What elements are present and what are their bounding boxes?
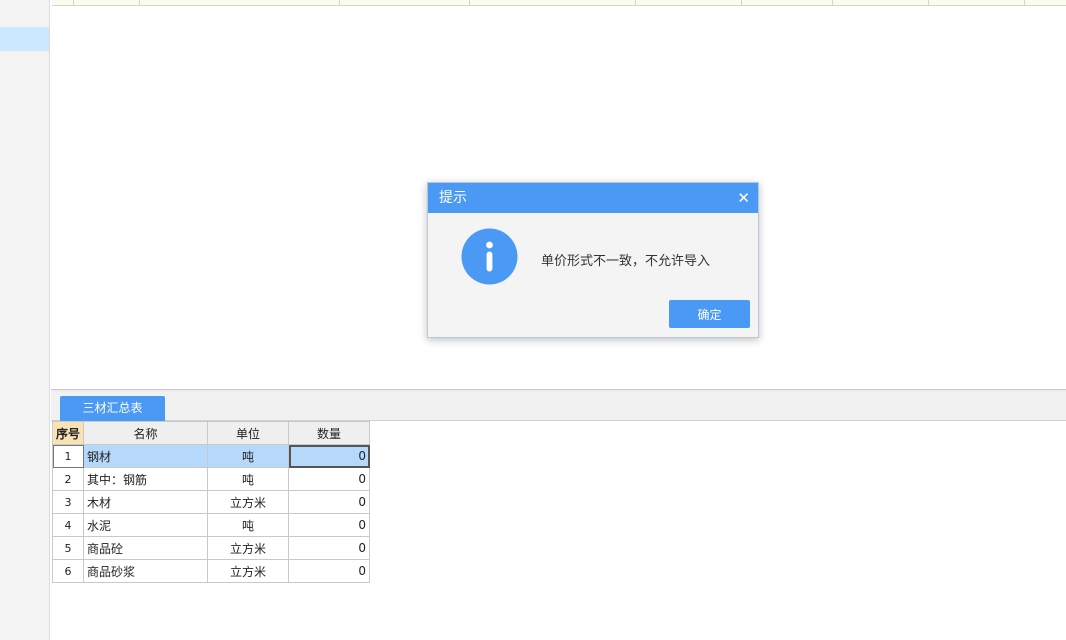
row-name[interactable]: 商品砼 (83, 536, 209, 560)
dialog-title: 提示 (439, 190, 467, 206)
row-quantity[interactable]: 0 (288, 490, 371, 514)
bottom-panel: 三材汇总表 序号 名称 单位 数量 1 钢材 吨 0 2 其中：钢筋 吨 0 3… (51, 392, 1066, 640)
row-quantity[interactable]: 0 (288, 467, 371, 491)
table-row[interactable]: 3 木材 立方米 0 (51, 490, 371, 514)
left-sidebar (0, 0, 50, 640)
row-index: 6 (51, 559, 85, 583)
row-index: 1 (51, 444, 85, 468)
row-name[interactable]: 水泥 (83, 513, 209, 537)
row-unit[interactable]: 吨 (207, 467, 290, 491)
ok-button[interactable]: 确定 (669, 300, 750, 328)
info-icon (461, 228, 518, 285)
table-row[interactable]: 1 钢材 吨 0 (51, 444, 371, 468)
dialog-message: 单价形式不一致，不允许导入 (541, 254, 711, 269)
row-index: 2 (51, 467, 85, 491)
close-icon[interactable]: ✕ (737, 183, 750, 213)
row-index: 5 (51, 536, 85, 560)
sidebar-selected-item[interactable] (0, 27, 49, 51)
tab-strip: 三材汇总表 (51, 392, 1066, 421)
column-header-index[interactable]: 序号 (51, 421, 85, 445)
row-name[interactable]: 钢材 (83, 444, 209, 468)
row-quantity[interactable]: 0 (288, 513, 371, 537)
row-name[interactable]: 商品砂浆 (83, 559, 209, 583)
row-unit[interactable]: 立方米 (207, 490, 290, 514)
table-row[interactable]: 5 商品砼 立方米 0 (51, 536, 371, 560)
materials-summary-table: 序号 名称 单位 数量 1 钢材 吨 0 2 其中：钢筋 吨 0 3 木材 立方… (51, 421, 371, 583)
row-unit[interactable]: 立方米 (207, 559, 290, 583)
tab-materials-summary[interactable]: 三材汇总表 (60, 396, 165, 421)
column-header-name[interactable]: 名称 (83, 421, 209, 445)
row-unit[interactable]: 立方米 (207, 536, 290, 560)
table-row[interactable]: 2 其中：钢筋 吨 0 (51, 467, 371, 491)
row-name[interactable]: 木材 (83, 490, 209, 514)
row-quantity[interactable]: 0 (288, 559, 371, 583)
dialog-title-bar: 提示 ✕ (428, 183, 758, 213)
table-header-row: 序号 名称 单位 数量 (51, 421, 371, 445)
row-quantity[interactable]: 0 (288, 444, 371, 468)
table-row[interactable]: 4 水泥 吨 0 (51, 513, 371, 537)
row-index: 4 (51, 513, 85, 537)
table-row[interactable]: 6 商品砂浆 立方米 0 (51, 559, 371, 583)
row-unit[interactable]: 吨 (207, 513, 290, 537)
row-quantity[interactable]: 0 (288, 536, 371, 560)
alert-dialog: 提示 ✕ 单价形式不一致，不允许导入 确定 (427, 182, 759, 338)
row-index: 3 (51, 490, 85, 514)
column-header-unit[interactable]: 单位 (207, 421, 290, 445)
row-name[interactable]: 其中：钢筋 (83, 467, 209, 491)
row-unit[interactable]: 吨 (207, 444, 290, 468)
column-header-quantity[interactable]: 数量 (288, 421, 371, 445)
